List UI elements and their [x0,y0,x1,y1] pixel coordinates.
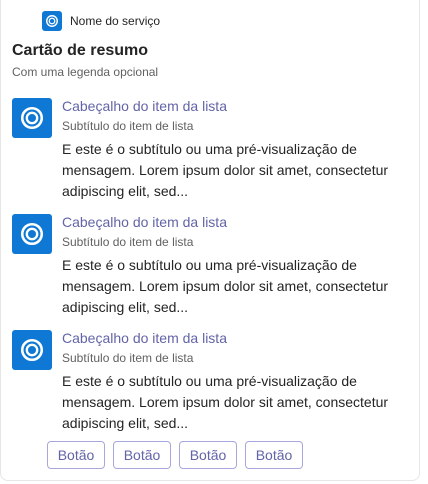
item-logo-icon [12,214,52,254]
button-row: Botão Botão Botão Botão [47,441,303,469]
item-subtitle: Subtítulo do item de lista [62,119,194,133]
list-item[interactable]: Cabeçalho do item da lista Subtítulo do … [12,214,412,324]
card-title: Cartão de resumo [12,42,149,59]
item-body: E este é o subtítulo ou uma pré-visualiz… [62,257,389,315]
item-header[interactable]: Cabeçalho do item da lista [62,214,227,230]
action-button-4[interactable]: Botão [245,441,303,469]
service-name: Nome do serviço [70,14,161,28]
list-item[interactable]: Cabeçalho do item da lista Subtítulo do … [12,330,412,440]
item-subtitle: Subtítulo do item de lista [62,351,194,365]
action-button-3[interactable]: Botão [179,441,237,469]
item-logo-icon [12,330,52,370]
list-item[interactable]: Cabeçalho do item da lista Subtítulo do … [12,98,412,208]
service-logo-icon [42,11,62,31]
card-caption: Com uma legenda opcional [12,65,159,79]
action-button-2[interactable]: Botão [113,441,171,469]
item-body: E este é o subtítulo ou uma pré-visualiz… [62,373,389,431]
action-button-1[interactable]: Botão [47,441,105,469]
item-header[interactable]: Cabeçalho do item da lista [62,98,227,114]
item-logo-icon [12,98,52,138]
item-subtitle: Subtítulo do item de lista [62,235,194,249]
service-header: Nome do serviço [42,11,160,31]
item-header[interactable]: Cabeçalho do item da lista [62,330,227,346]
item-body: E este é o subtítulo ou uma pré-visualiz… [62,141,389,199]
